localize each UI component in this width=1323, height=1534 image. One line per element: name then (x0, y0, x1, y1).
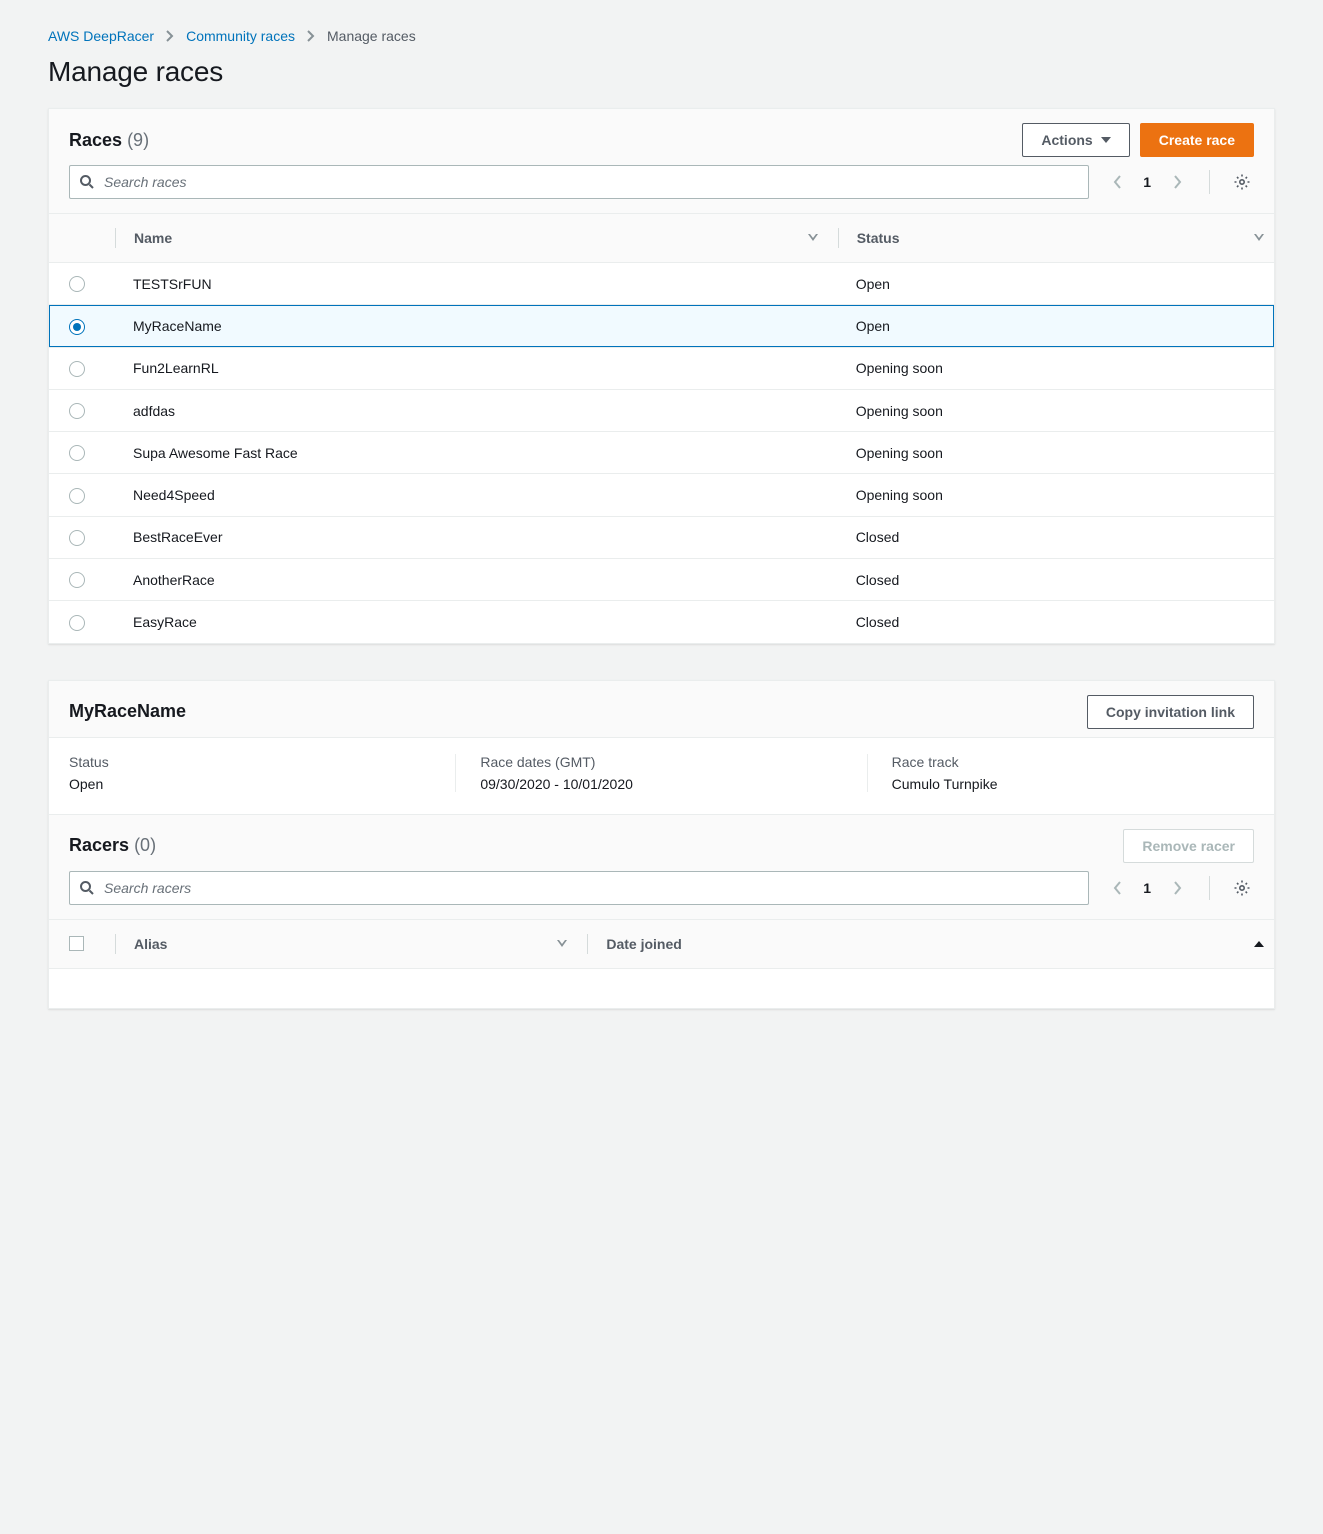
table-row[interactable]: TESTSrFUNOpen (49, 263, 1274, 305)
divider (1209, 170, 1210, 194)
search-races-input[interactable] (69, 165, 1089, 199)
table-row[interactable]: Supa Awesome Fast RaceOpening soon (49, 432, 1274, 474)
next-page-button[interactable] (1165, 170, 1189, 194)
sort-asc-icon (1254, 941, 1264, 947)
race-name-cell: AnotherRace (105, 559, 828, 601)
breadcrumb: AWS DeepRacer Community races Manage rac… (48, 28, 1275, 44)
race-name-cell: adfdas (105, 389, 828, 431)
select-all-checkbox[interactable] (69, 936, 84, 951)
breadcrumb-current: Manage races (327, 28, 416, 44)
table-row[interactable]: BestRaceEverClosed (49, 516, 1274, 558)
row-radio[interactable] (69, 445, 85, 461)
race-name-cell: Fun2LearnRL (105, 347, 828, 389)
column-header-name[interactable]: Name (105, 214, 828, 263)
race-status-cell: Open (828, 263, 1274, 305)
prev-page-button[interactable] (1105, 876, 1129, 900)
remove-racer-button[interactable]: Remove racer (1123, 829, 1254, 863)
row-radio[interactable] (69, 488, 85, 504)
table-row[interactable]: EasyRaceClosed (49, 601, 1274, 643)
chevron-right-icon (166, 30, 174, 42)
table-row[interactable]: adfdasOpening soon (49, 389, 1274, 431)
racers-count: (0) (134, 835, 156, 855)
racers-table: Alias Date joined (49, 919, 1274, 1009)
racers-panel-title: Racers (0) (69, 835, 156, 856)
status-label: Status (69, 754, 431, 770)
copy-invitation-link-button[interactable]: Copy invitation link (1087, 695, 1254, 729)
race-status-cell: Opening soon (828, 389, 1274, 431)
race-track-label: Race track (892, 754, 1254, 770)
races-count: (9) (127, 130, 149, 150)
page-number: 1 (1137, 174, 1157, 190)
race-status-cell: Opening soon (828, 347, 1274, 389)
create-race-button[interactable]: Create race (1140, 123, 1254, 157)
settings-button[interactable] (1230, 170, 1254, 194)
row-radio[interactable] (69, 319, 85, 335)
table-row[interactable]: MyRaceNameOpen (49, 305, 1274, 347)
racers-pagination: 1 (1105, 876, 1189, 900)
row-radio[interactable] (69, 403, 85, 419)
race-dates-label: Race dates (GMT) (480, 754, 842, 770)
row-radio[interactable] (69, 276, 85, 292)
race-name-cell: Need4Speed (105, 474, 828, 516)
race-name-cell: Supa Awesome Fast Race (105, 432, 828, 474)
race-status-cell: Opening soon (828, 474, 1274, 516)
race-status-cell: Closed (828, 559, 1274, 601)
page-number: 1 (1137, 880, 1157, 896)
races-panel: Races (9) Actions Create race 1 (48, 108, 1275, 644)
races-pagination: 1 (1105, 170, 1189, 194)
column-header-status[interactable]: Status (828, 214, 1274, 263)
actions-dropdown-button[interactable]: Actions (1022, 123, 1129, 157)
race-detail-panel: MyRaceName Copy invitation link Status O… (48, 680, 1275, 1010)
race-name-cell: TESTSrFUN (105, 263, 828, 305)
row-radio[interactable] (69, 530, 85, 546)
sort-icon (1254, 234, 1264, 242)
row-radio[interactable] (69, 615, 85, 631)
table-row[interactable]: Need4SpeedOpening soon (49, 474, 1274, 516)
search-icon (79, 174, 95, 190)
settings-button[interactable] (1230, 876, 1254, 900)
breadcrumb-link-deepracer[interactable]: AWS DeepRacer (48, 28, 154, 44)
detail-panel-title: MyRaceName (69, 701, 186, 722)
race-name-cell: EasyRace (105, 601, 828, 643)
column-header-date-joined[interactable]: Date joined (577, 919, 1274, 968)
caret-down-icon (1101, 137, 1111, 143)
race-dates-value: 09/30/2020 - 10/01/2020 (480, 776, 842, 792)
next-page-button[interactable] (1165, 876, 1189, 900)
sort-icon (557, 940, 567, 948)
race-status-cell: Closed (828, 516, 1274, 558)
race-name-cell: MyRaceName (105, 305, 828, 347)
table-row[interactable]: Fun2LearnRLOpening soon (49, 347, 1274, 389)
status-value: Open (69, 776, 431, 792)
race-status-cell: Closed (828, 601, 1274, 643)
page-title: Manage races (48, 56, 1275, 88)
chevron-right-icon (307, 30, 315, 42)
races-panel-title: Races (9) (69, 130, 149, 151)
column-header-alias[interactable]: Alias (105, 919, 577, 968)
race-name-cell: BestRaceEver (105, 516, 828, 558)
race-status-cell: Open (828, 305, 1274, 347)
races-table: Name Status TESTSrFUNOpenMyRaceNameOpenF… (49, 213, 1274, 643)
search-racers-input[interactable] (69, 871, 1089, 905)
breadcrumb-link-community-races[interactable]: Community races (186, 28, 295, 44)
search-icon (79, 880, 95, 896)
race-track-value: Cumulo Turnpike (892, 776, 1254, 792)
divider (1209, 876, 1210, 900)
race-status-cell: Opening soon (828, 432, 1274, 474)
sort-icon (808, 234, 818, 242)
table-row[interactable]: AnotherRaceClosed (49, 559, 1274, 601)
prev-page-button[interactable] (1105, 170, 1129, 194)
row-radio[interactable] (69, 361, 85, 377)
row-radio[interactable] (69, 572, 85, 588)
